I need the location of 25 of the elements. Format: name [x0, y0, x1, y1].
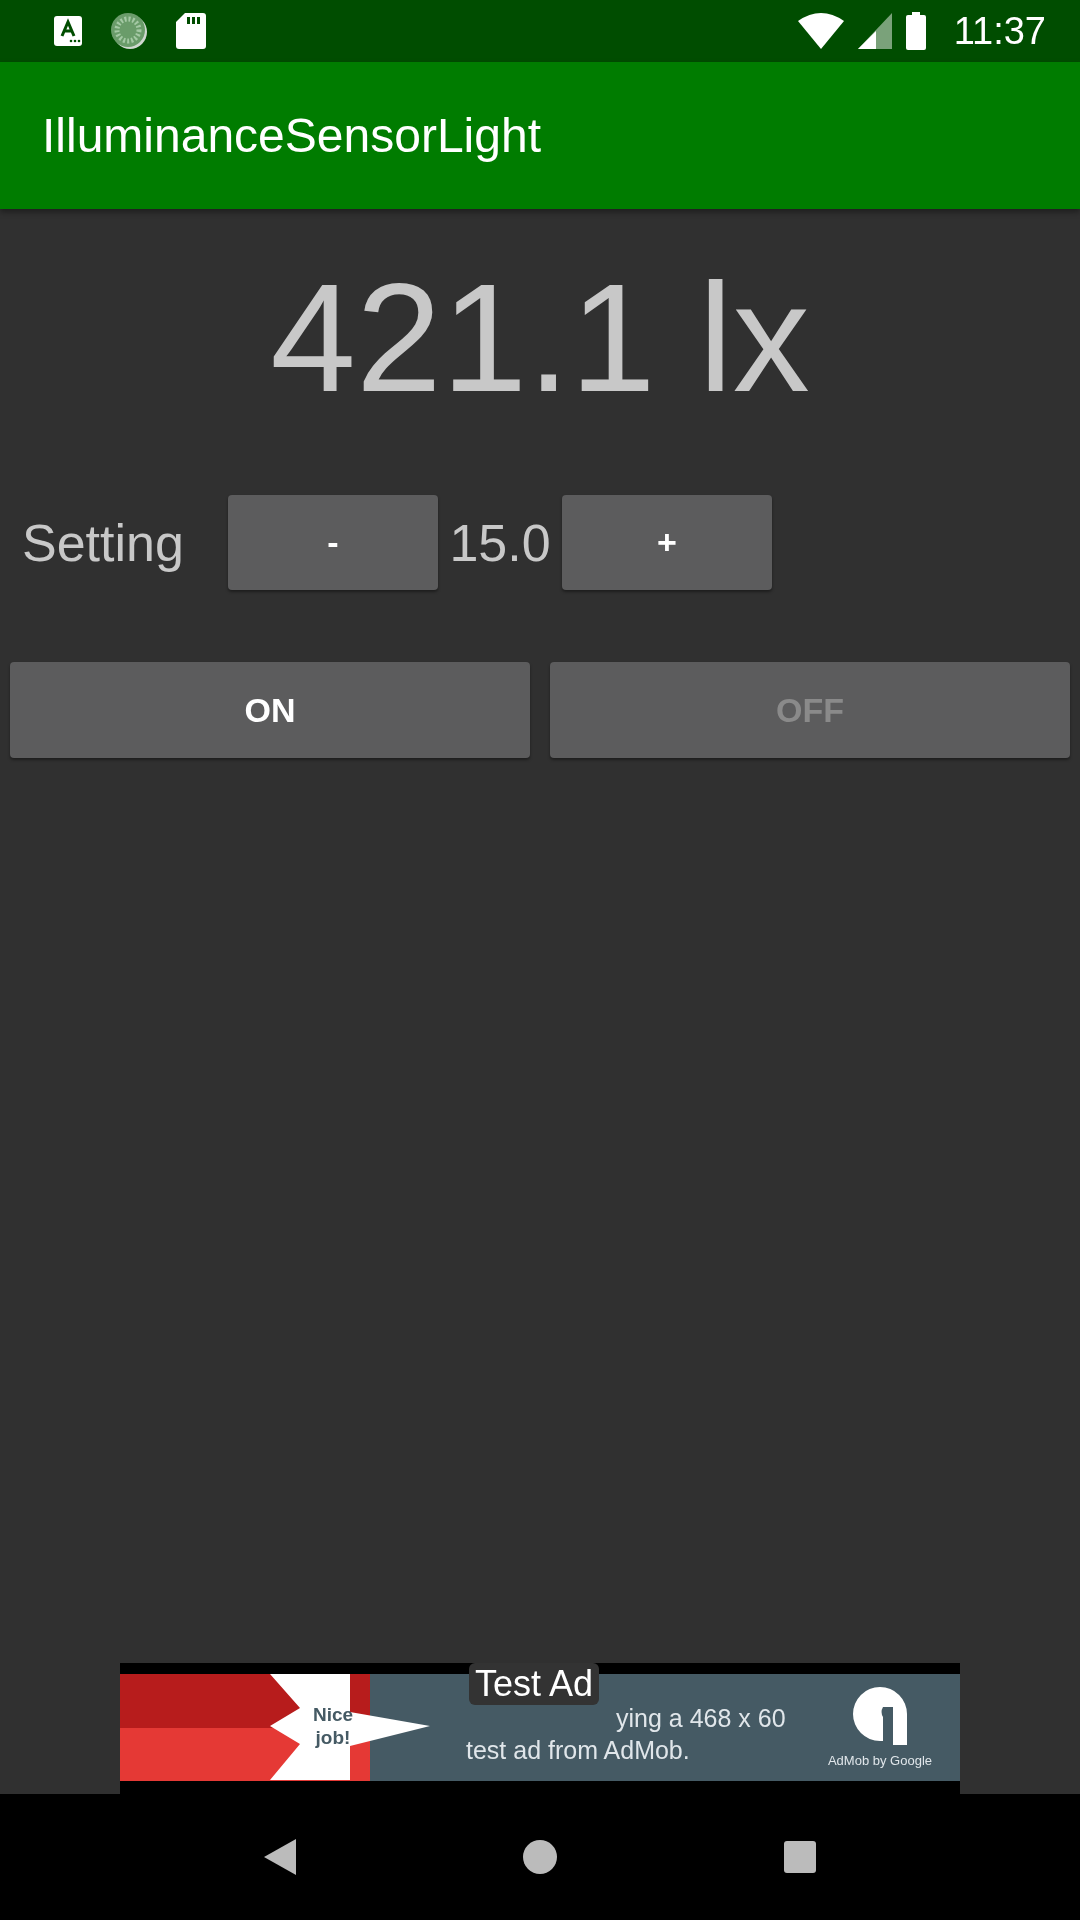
increase-button[interactable]: + [562, 495, 772, 590]
test-ad-badge: Test Ad [469, 1663, 600, 1705]
battery-icon [905, 12, 926, 50]
app-title: IlluminanceSensorLight [42, 108, 541, 163]
setting-value: 15.0 [448, 512, 552, 573]
ad-banner[interactable]: Nice job! ying a 468 x 60 test ad from AdMob. AdMob by Google Test Ad [120, 1663, 960, 1794]
star-icon [270, 1674, 430, 1780]
setting-label: Setting [22, 512, 185, 573]
wifi-icon [797, 13, 844, 49]
loading-circle-icon [110, 12, 148, 50]
status-time: 11:37 [953, 9, 1046, 53]
signal-icon [857, 13, 892, 49]
star-text: Nice job! [311, 1704, 355, 1750]
admob-logo-icon [853, 1687, 907, 1745]
back-icon[interactable] [263, 1839, 296, 1875]
ad-text: test ad from AdMob. [466, 1734, 691, 1766]
home-icon[interactable] [523, 1840, 557, 1874]
recents-icon[interactable] [784, 1841, 817, 1873]
font-app-icon [54, 16, 82, 46]
toggle-button[interactable]: ON [10, 662, 530, 758]
admob-brand: AdMob by Google [827, 1753, 933, 1768]
sd-card-icon [176, 13, 206, 49]
decrease-button[interactable]: - [228, 495, 438, 590]
lux-reading: 421.1 lx [269, 261, 811, 415]
ad-text: ying a 468 x 60 [616, 1703, 787, 1735]
